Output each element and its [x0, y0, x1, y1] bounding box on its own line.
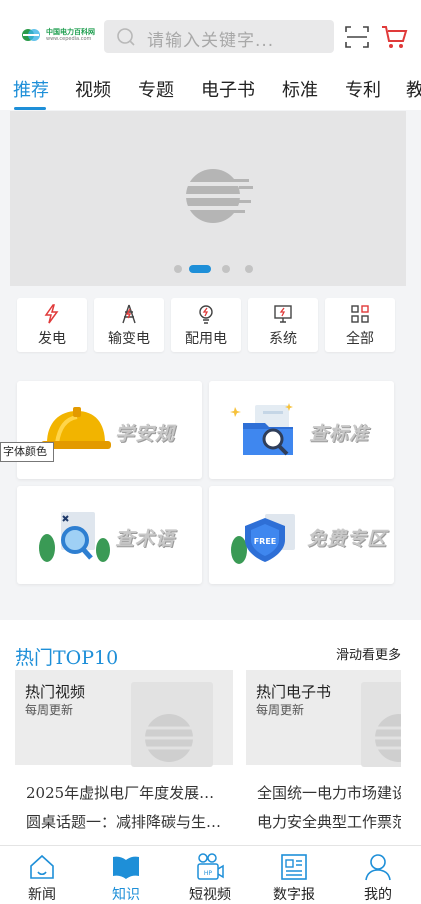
site-logo[interactable]: 中国电力百科网 www.cepedia.com: [20, 24, 95, 46]
tab-education[interactable]: 教: [406, 76, 421, 102]
search-placeholder: 请输入关键字...: [147, 31, 275, 51]
feature-standards[interactable]: 查标准: [209, 381, 394, 479]
category-label: 发电: [38, 331, 66, 347]
swipe-more-link[interactable]: 滑动看更多: [336, 644, 401, 663]
card-cover: 热门视频 每周更新: [15, 670, 233, 767]
transmission-tower-icon: [122, 304, 136, 324]
book-icon: [113, 856, 139, 879]
category-tabs: 推荐 视频 专题 电子书 标准 专利 教: [0, 70, 421, 110]
carousel-dot-active[interactable]: [189, 265, 211, 273]
cover-placeholder: [361, 682, 401, 767]
hot-top10-section: 热门TOP10 滑动看更多 热门视频 每周更新 2025年虚拟电厂年度发展… 圆…: [0, 620, 421, 845]
category-label: 全部: [346, 331, 374, 347]
cover-placeholder: [131, 682, 213, 767]
feature-label: 查术语: [115, 528, 176, 550]
category-power-generation[interactable]: 发电: [17, 298, 87, 352]
user-icon: [365, 854, 391, 881]
section-title: 热门TOP10: [15, 647, 119, 669]
carousel-dot[interactable]: [222, 265, 230, 273]
active-tab-indicator: [14, 107, 46, 110]
category-all[interactable]: 全部: [325, 298, 395, 352]
hot-card-ebook[interactable]: 热门电子书 每周更新 全国统一电力市场建设 电力安全典型工作票范: [246, 670, 401, 838]
svg-text:HP: HP: [204, 870, 213, 877]
category-label: 系统: [269, 331, 297, 347]
card-cover: 热门电子书 每周更新: [246, 670, 401, 767]
search-input[interactable]: 请输入关键字...: [104, 20, 334, 53]
home-icon: [30, 854, 54, 879]
nav-label: 短视频: [189, 887, 231, 903]
placeholder-logo-icon: [141, 714, 201, 762]
hot-item[interactable]: 电力安全典型工作票范: [257, 811, 401, 832]
video-icon: HP: [197, 853, 224, 880]
tab-ebook[interactable]: 电子书: [201, 76, 255, 102]
feature-free-zone[interactable]: FREE 免费专区: [209, 486, 394, 584]
app-header: 中国电力百科网 www.cepedia.com 请输入关键字...: [0, 0, 421, 70]
magnifier-icon: [39, 512, 110, 562]
hot-item[interactable]: 2025年虚拟电厂年度发展…: [26, 782, 231, 803]
card-title: 热门视频: [25, 683, 86, 701]
grid-icon: [351, 305, 369, 323]
tab-patent[interactable]: 专利: [345, 76, 381, 102]
nav-digital-paper[interactable]: 数字报: [252, 846, 336, 904]
category-label: 配用电: [185, 331, 227, 347]
placeholder-logo-icon: [371, 714, 401, 762]
nav-label: 知识: [112, 887, 140, 903]
nav-label: 新闻: [28, 887, 56, 903]
carousel-dot[interactable]: [174, 265, 182, 273]
category-grid: 发电 输变电 配用电 系统 全部: [0, 287, 421, 367]
cart-icon[interactable]: [380, 23, 408, 51]
category-distribution[interactable]: 配用电: [171, 298, 241, 352]
nav-label: 我的: [364, 887, 392, 903]
feature-label: 学安规: [115, 423, 176, 445]
folder-search-icon: [230, 403, 293, 456]
bottom-nav: 新闻 知识 HP 短视频 数字报 我的: [0, 845, 421, 904]
lightning-icon: [44, 304, 59, 324]
nav-short-video[interactable]: HP 短视频: [168, 846, 252, 904]
logo-url: www.cepedia.com: [46, 36, 92, 42]
hot-item[interactable]: 圆桌话题一：减排降碳与生…: [26, 811, 231, 832]
search-icon: [117, 28, 135, 46]
nav-knowledge[interactable]: 知识: [84, 846, 168, 904]
scan-icon[interactable]: [344, 24, 370, 50]
newspaper-icon: [281, 854, 307, 880]
tab-topic[interactable]: 专题: [138, 76, 174, 102]
banner-carousel[interactable]: [10, 111, 406, 286]
card-subtitle: 每周更新: [25, 703, 74, 717]
category-label: 输变电: [108, 331, 150, 347]
category-transmission[interactable]: 输变电: [94, 298, 164, 352]
feature-label: 查标准: [309, 423, 370, 445]
feature-safety-rules[interactable]: 学安规: [17, 381, 202, 479]
category-system[interactable]: 系统: [248, 298, 318, 352]
card-title: 热门电子书: [256, 683, 332, 701]
tab-standard[interactable]: 标准: [282, 76, 318, 102]
card-subtitle: 每周更新: [256, 703, 305, 717]
banner-placeholder-icon: [183, 169, 253, 223]
free-badge-icon: FREE: [231, 514, 295, 564]
font-color-tooltip: 字体颜色: [0, 442, 54, 462]
svg-text:FREE: FREE: [254, 537, 277, 546]
tab-recommend[interactable]: 推荐: [13, 76, 49, 102]
carousel-dot[interactable]: [245, 265, 253, 273]
nav-news[interactable]: 新闻: [0, 846, 84, 904]
tab-video[interactable]: 视频: [75, 76, 111, 102]
feature-label: 免费专区: [307, 528, 388, 550]
bulb-icon: [199, 305, 213, 324]
nav-mine[interactable]: 我的: [336, 846, 420, 904]
monitor-icon: [274, 305, 292, 323]
feature-terminology[interactable]: 查术语: [17, 486, 202, 584]
nav-label: 数字报: [273, 887, 315, 903]
hot-card-video[interactable]: 热门视频 每周更新 2025年虚拟电厂年度发展… 圆桌话题一：减排降碳与生…: [15, 670, 233, 838]
hot-item[interactable]: 全国统一电力市场建设: [257, 782, 401, 803]
logo-icon: [22, 29, 40, 41]
